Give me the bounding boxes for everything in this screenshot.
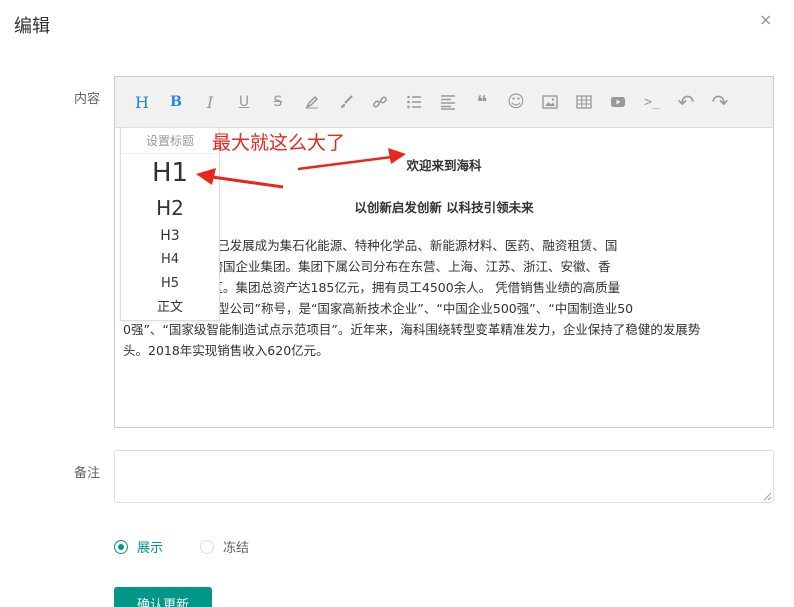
radio-show-label: 展示	[137, 541, 164, 556]
strikethrough-icon[interactable]: S	[261, 87, 295, 117]
close-icon[interactable]: ×	[759, 10, 772, 29]
emoticon-icon[interactable]: ☺	[499, 87, 533, 117]
quote-icon[interactable]: ❝	[465, 87, 499, 117]
background-color-icon[interactable]	[329, 87, 363, 117]
link-icon[interactable]	[363, 87, 397, 117]
radio-freeze[interactable]: 冻结	[200, 537, 249, 556]
remark-textarea[interactable]	[114, 450, 774, 503]
heading-option-h3[interactable]: H3	[121, 224, 219, 248]
undo-icon[interactable]: ↶	[669, 87, 703, 117]
annotation-text: 最大就这么大了	[212, 132, 346, 154]
content-label: 内容	[74, 92, 101, 107]
paragraph-line: 0强”、“国家级智能制造试点示范项目”。近年来，海科围绕转型变革精准发力，企业保…	[123, 322, 701, 337]
list-icon[interactable]	[397, 87, 431, 117]
radio-show[interactable]: 展示	[114, 537, 163, 556]
heading-dropdown-menu: 设置标题 H1 H2 H3 H4 H5 正文	[120, 127, 220, 321]
heading-option-h2[interactable]: H2	[121, 192, 219, 224]
redo-icon[interactable]: ↷	[703, 87, 737, 117]
heading-menu-header: 设置标题	[121, 128, 219, 154]
heading-option-paragraph[interactable]: 正文	[121, 296, 219, 320]
editor-toolbar: H B I U S ❝ ☺ >_ ↶ ↷	[115, 77, 773, 128]
code-icon[interactable]: >_	[635, 87, 669, 117]
paragraph-line: 头。2018年实现销售收入620亿元。	[123, 343, 329, 358]
underline-icon[interactable]: U	[227, 87, 261, 117]
italic-icon[interactable]: I	[193, 87, 227, 117]
video-icon[interactable]	[601, 87, 635, 117]
heading-option-h4[interactable]: H4	[121, 248, 219, 272]
heading-option-h1[interactable]: H1	[121, 154, 219, 192]
resize-handle-icon[interactable]	[760, 489, 772, 501]
justify-icon[interactable]	[431, 87, 465, 117]
table-icon[interactable]	[567, 87, 601, 117]
radio-freeze-label: 冻结	[223, 541, 250, 556]
radio-unchecked-icon	[200, 539, 214, 554]
heading-option-h5[interactable]: H5	[121, 272, 219, 296]
remark-label: 备注	[74, 466, 101, 481]
image-icon[interactable]	[533, 87, 567, 117]
font-color-icon[interactable]	[295, 87, 329, 117]
heading-icon[interactable]: H	[125, 87, 159, 117]
radio-checked-icon	[114, 539, 128, 554]
submit-button[interactable]: 确认更新	[114, 587, 212, 607]
dialog-title: 编辑	[14, 16, 50, 37]
bold-icon[interactable]: B	[159, 87, 193, 117]
